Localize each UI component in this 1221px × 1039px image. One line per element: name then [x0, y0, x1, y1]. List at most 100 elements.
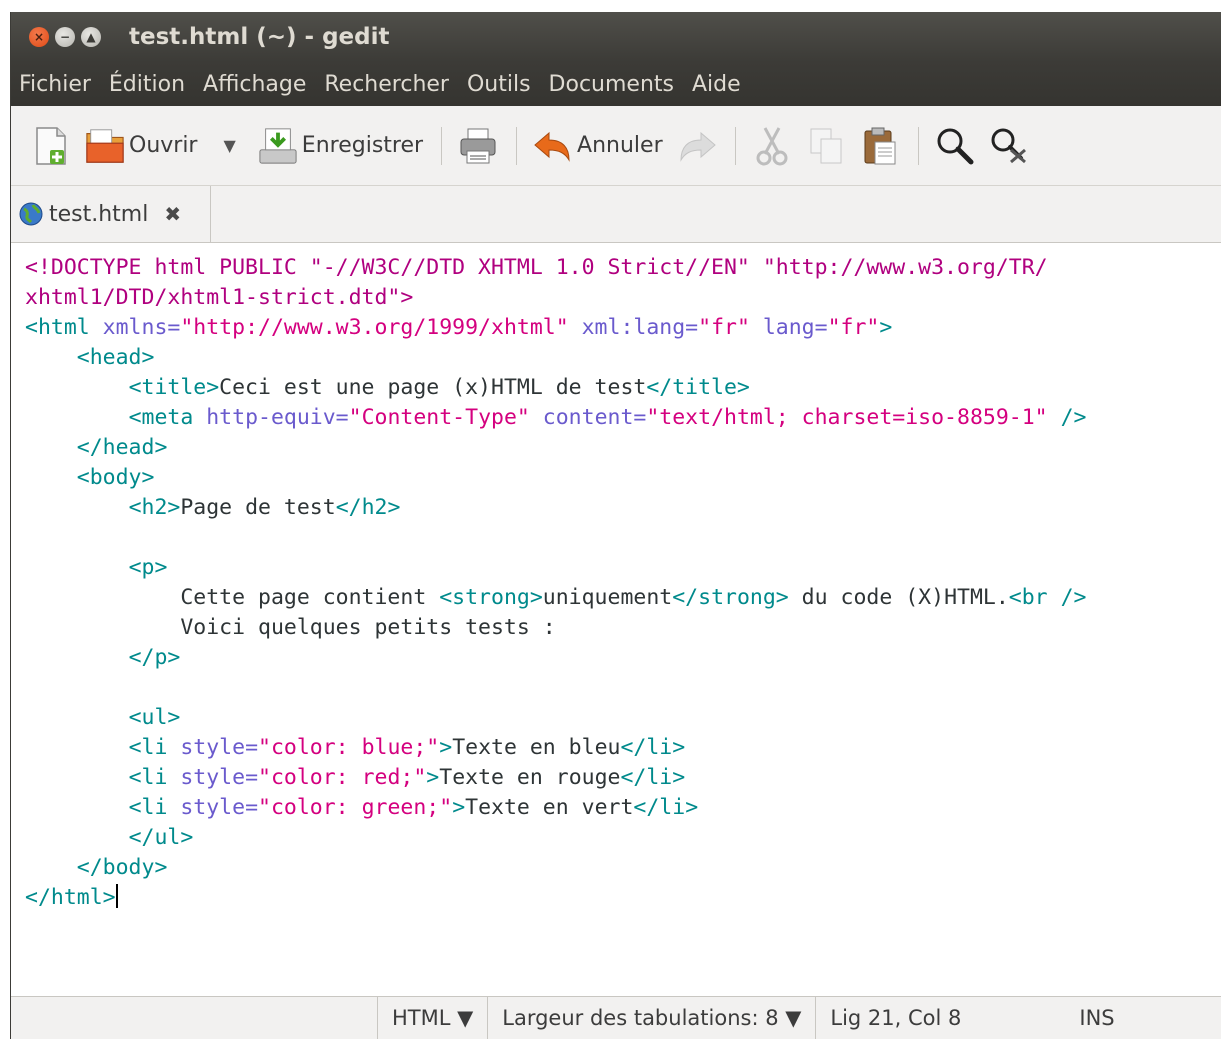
close-tab-icon[interactable]: ✖ — [164, 202, 181, 226]
code-line[interactable]: <html xmlns="http://www.w3.org/1999/xhtm… — [25, 313, 1221, 343]
code-token-txt: Texte en bleu — [452, 735, 621, 760]
code-token-tag: <html — [25, 315, 103, 340]
code-line[interactable]: <!DOCTYPE html PUBLIC "-//W3C//DTD XHTML… — [25, 253, 1221, 283]
code-token-val: "color: red;" — [258, 765, 427, 790]
code-token-txt: Page de test — [180, 495, 336, 520]
menu-edition[interactable]: Édition — [100, 72, 194, 97]
code-line[interactable]: Cette page contient <strong>uniquement</… — [25, 583, 1221, 613]
code-token-attr: style= — [180, 765, 259, 790]
replace-button[interactable] — [989, 126, 1029, 166]
paste-button[interactable] — [860, 126, 900, 166]
code-token-tag: > — [879, 315, 893, 340]
print-icon — [458, 126, 498, 166]
code-line[interactable]: <li style="color: red;">Texte en rouge</… — [25, 763, 1221, 793]
code-token-tag: </p> — [128, 645, 181, 670]
title-bar[interactable]: × − ▲ test.html (~) - gedit — [11, 12, 1221, 62]
search-icon — [935, 126, 975, 166]
menu-outils[interactable]: Outils — [458, 72, 540, 97]
code-token-tag: <body> — [76, 465, 155, 490]
code-token-txt: Texte en vert — [465, 795, 634, 820]
language-selector[interactable]: HTML ▼ — [377, 997, 487, 1039]
code-line[interactable]: <li style="color: green;">Texte en vert<… — [25, 793, 1221, 823]
code-token-tag: > — [426, 765, 440, 790]
code-token-val: "fr" — [698, 315, 750, 340]
code-token-tag: <meta — [128, 405, 207, 430]
maximize-window-button[interactable]: ▲ — [81, 27, 101, 47]
cut-button[interactable] — [752, 126, 792, 166]
copy-button[interactable] — [806, 126, 846, 166]
menu-rechercher[interactable]: Rechercher — [315, 72, 458, 97]
redo-icon — [677, 126, 717, 166]
redo-button[interactable] — [677, 126, 717, 166]
code-token-txt: Voici quelques petits tests : — [25, 615, 556, 640]
code-token-doc: <!DOCTYPE html PUBLIC "-//W3C//DTD XHTML… — [25, 255, 1048, 280]
save-button[interactable]: Enregistrer — [258, 126, 423, 166]
code-line[interactable] — [25, 523, 1221, 553]
minimize-icon: − — [59, 30, 71, 44]
code-editor[interactable]: <!DOCTYPE html PUBLIC "-//W3C//DTD XHTML… — [11, 242, 1221, 997]
code-line[interactable]: </body> — [25, 853, 1221, 883]
code-token-txt: Ceci est une page (x)HTML de test — [219, 375, 647, 400]
code-token-tag: /> — [1047, 405, 1087, 430]
code-line[interactable]: </head> — [25, 433, 1221, 463]
tab-width-selector[interactable]: Largeur des tabulations: 8 ▼ — [487, 997, 815, 1039]
undo-button[interactable]: Annuler — [533, 126, 663, 166]
menu-documents[interactable]: Documents — [540, 72, 683, 97]
code-line[interactable]: <title>Ceci est une page (x)HTML de test… — [25, 373, 1221, 403]
code-token-tag: </li> — [633, 795, 699, 820]
code-token-tag: </strong> — [672, 585, 789, 610]
menu-aide[interactable]: Aide — [683, 72, 750, 97]
code-line[interactable]: <body> — [25, 463, 1221, 493]
save-label: Enregistrer — [301, 133, 424, 158]
menu-affichage[interactable]: Affichage — [194, 72, 315, 97]
search-button[interactable] — [935, 126, 975, 166]
open-button[interactable]: Ouvrir — [85, 126, 197, 166]
code-token-attr: content= — [529, 405, 647, 430]
close-window-button[interactable]: × — [29, 27, 49, 47]
document-tabs: test.html ✖ — [11, 186, 1221, 242]
toolbar-separator — [734, 126, 736, 165]
code-token-tag: </ul> — [128, 825, 194, 850]
globe-icon — [19, 202, 43, 226]
menu-fichier[interactable]: Fichier — [11, 72, 100, 97]
code-token-tag: <li — [128, 795, 181, 820]
code-token-attr: style= — [180, 735, 259, 760]
code-line[interactable]: <meta http-equiv="Content-Type" content=… — [25, 403, 1221, 433]
print-button[interactable] — [458, 126, 498, 166]
code-line[interactable]: xhtml1/DTD/xhtml1-strict.dtd"> — [25, 283, 1221, 313]
code-token-tag: </body> — [76, 855, 168, 880]
status-bar: HTML ▼ Largeur des tabulations: 8 ▼ Lig … — [11, 997, 1221, 1039]
code-token-tag: <ul> — [128, 705, 181, 730]
code-line[interactable]: </html> — [25, 883, 1221, 913]
code-token-tag: <head> — [76, 345, 155, 370]
gedit-window: × − ▲ test.html (~) - gedit Fichier Édit… — [10, 12, 1221, 1039]
code-line[interactable]: <ul> — [25, 703, 1221, 733]
copy-icon — [806, 126, 846, 166]
open-recent-dropdown[interactable]: ▼ — [223, 136, 235, 155]
code-line[interactable]: <h2>Page de test</h2> — [25, 493, 1221, 523]
code-line[interactable]: <li style="color: blue;">Texte en bleu</… — [25, 733, 1221, 763]
code-line[interactable]: Voici quelques petits tests : — [25, 613, 1221, 643]
new-document-button[interactable] — [31, 126, 71, 166]
minimize-window-button[interactable]: − — [55, 27, 75, 47]
code-line[interactable]: </p> — [25, 643, 1221, 673]
code-token-tag: > — [452, 795, 466, 820]
code-line[interactable]: <head> — [25, 343, 1221, 373]
code-line[interactable] — [25, 673, 1221, 703]
code-token-tag: </head> — [76, 435, 168, 460]
tab-test-html[interactable]: test.html ✖ — [11, 186, 211, 242]
close-icon: × — [33, 30, 45, 44]
code-line[interactable]: </ul> — [25, 823, 1221, 853]
code-token-val: "http://www.w3.org/1999/xhtml" — [180, 315, 569, 340]
code-line[interactable]: <p> — [25, 553, 1221, 583]
toolbar-separator — [917, 126, 919, 165]
code-token-tag: </li> — [620, 735, 686, 760]
code-token-tag: <title> — [128, 375, 220, 400]
